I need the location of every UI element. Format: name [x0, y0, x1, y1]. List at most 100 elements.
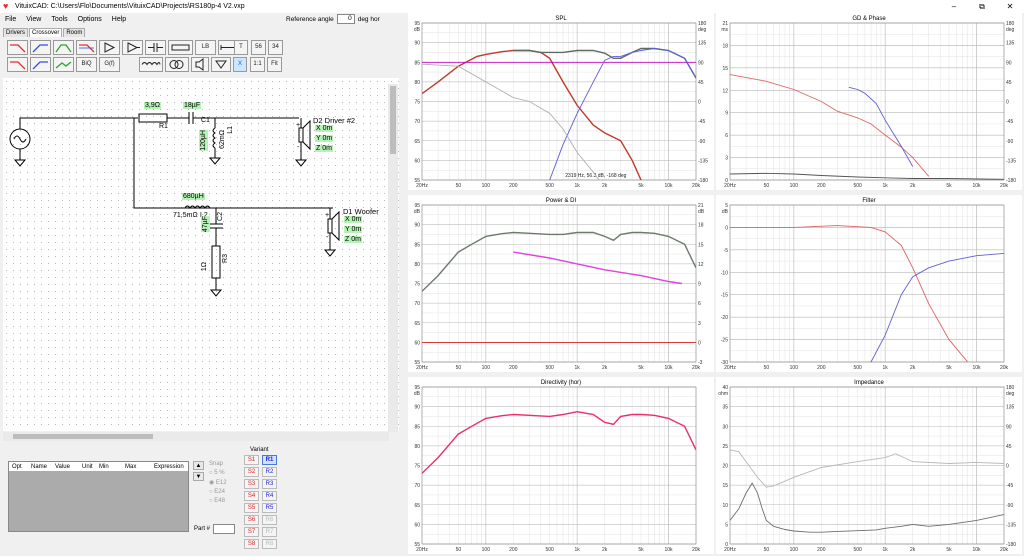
series-line-0	[422, 231, 696, 292]
c1-value[interactable]: 18µF	[183, 102, 202, 109]
x-tick-label: 1k	[575, 183, 581, 189]
variant-s4[interactable]: S4	[244, 491, 259, 501]
variant-s5[interactable]: S5	[244, 503, 259, 513]
resistor-button[interactable]	[168, 40, 193, 55]
r1-value[interactable]: 3,9Ω	[144, 102, 161, 109]
d2-z[interactable]: Z 0m	[315, 145, 333, 152]
variant-r4[interactable]: R4	[262, 491, 277, 501]
buffer-button[interactable]	[99, 40, 120, 55]
highpass-1-button[interactable]	[30, 40, 51, 55]
d1-z[interactable]: Z 0m	[344, 236, 362, 243]
variant-r1[interactable]: R1	[262, 455, 277, 465]
y-tick-label: -25	[721, 338, 728, 344]
d1-x[interactable]: X 0m	[344, 216, 363, 223]
d1-y[interactable]: Y 0m	[344, 226, 363, 233]
x-tick-label: 5k	[946, 547, 952, 553]
amplifier-button[interactable]	[122, 40, 143, 55]
x-button[interactable]: X	[233, 57, 247, 72]
scroll-thumb[interactable]	[13, 434, 153, 439]
lowpass-2-button[interactable]	[76, 40, 97, 55]
transformer-button[interactable]	[165, 57, 189, 72]
variant-s8[interactable]: S8	[244, 539, 259, 549]
move-down-button[interactable]: ▼	[193, 472, 204, 481]
menu-help[interactable]: Help	[112, 16, 126, 23]
x-tick-label: 100	[790, 365, 799, 371]
snap-option-e12[interactable]: ◉ E12	[209, 479, 227, 486]
tab-crossover[interactable]: Crossover	[29, 28, 63, 37]
menu-file[interactable]: File	[5, 16, 16, 23]
variant-r7[interactable]: R7	[262, 527, 277, 537]
variant-r5[interactable]: R5	[262, 503, 277, 513]
tab-room[interactable]: Room	[63, 28, 86, 37]
d2-minus: -	[297, 144, 300, 151]
x-tick-label: 1k	[883, 183, 889, 189]
b34-button[interactable]: 34	[268, 40, 283, 55]
chart-filter[interactable]: Filter 5 0 -5 -10 -15 -20 -25 -30 dB 20Hz 50 100 200 5…	[716, 195, 1022, 372]
y2-unit-label: deg	[1006, 27, 1015, 33]
menu-tools[interactable]: Tools	[51, 16, 67, 23]
l1-value[interactable]: 120µH	[199, 130, 208, 151]
snap-option-e48[interactable]: ○ E48	[209, 498, 227, 504]
chart-spl[interactable]: SPL 95 90 85 80 75 70 65 60 55 dB 180 135 90 45 0 -45 -90…	[408, 13, 714, 190]
move-up-button[interactable]: ▲	[193, 461, 204, 470]
variant-s1[interactable]: S1	[244, 455, 259, 465]
t-button[interactable]: T	[234, 40, 248, 55]
canvas-horizontal-scrollbar[interactable]	[3, 432, 389, 441]
canvas-vertical-scrollbar[interactable]	[388, 84, 398, 432]
snap-option-e24[interactable]: ○ E24	[209, 489, 227, 495]
reference-angle-input[interactable]: 0	[336, 14, 355, 24]
variant-r2[interactable]: R2	[262, 467, 277, 477]
scroll-thumb[interactable]	[390, 86, 396, 154]
d2-x[interactable]: X 0m	[315, 125, 334, 132]
menu-view[interactable]: View	[26, 16, 41, 23]
property-table[interactable]: Opt Name Value Unit Min Max Expression	[8, 461, 189, 532]
variant-r6[interactable]: R6	[262, 515, 277, 525]
tab-drivers[interactable]: Drivers	[3, 28, 28, 37]
minimize-button[interactable]: –	[940, 0, 968, 13]
bandpass-button[interactable]	[53, 40, 74, 55]
ground-button[interactable]	[211, 57, 231, 72]
y2-tick-label: -135	[698, 158, 708, 164]
menu-options[interactable]: Options	[78, 16, 102, 23]
zoom-1-1-button[interactable]: 1:1	[250, 57, 265, 72]
maximize-button[interactable]: ⧉	[968, 0, 996, 13]
speaker-button[interactable]	[191, 57, 209, 72]
biq-button[interactable]: BiQ	[76, 57, 97, 72]
lowpass-3-button[interactable]	[7, 57, 28, 72]
shelf-button[interactable]	[53, 57, 74, 72]
c2-value[interactable]: 47µF	[201, 216, 210, 233]
chart-title: Power & DI	[546, 198, 577, 204]
schematic-canvas[interactable]: 3,9Ω R1 18µF C1 120µH 62mΩ L1 D2 Driver …	[3, 78, 399, 431]
l2-value[interactable]: 680µH	[182, 193, 205, 200]
major-grid	[422, 204, 696, 363]
series-line-2	[730, 172, 1004, 180]
lb-button[interactable]: LB	[195, 40, 216, 55]
x-tick-label: 2k	[602, 183, 608, 189]
y2-tick-label: 90	[1006, 424, 1012, 430]
component-toolbar: LB T 56 34 BiQ G(f) X 1:1 Fit	[3, 37, 403, 75]
b56-button[interactable]: 56	[251, 40, 266, 55]
part-number-input[interactable]	[213, 524, 236, 534]
variant-r3[interactable]: R3	[262, 479, 277, 489]
highpass-3-button[interactable]	[30, 57, 51, 72]
d2-y[interactable]: Y 0m	[315, 135, 334, 142]
inductor-button[interactable]	[139, 57, 163, 72]
close-button[interactable]: ✕	[996, 0, 1024, 13]
gf-button[interactable]: G(f)	[99, 57, 120, 72]
variant-s6[interactable]: S6	[244, 515, 259, 525]
x-tick-label: 200	[509, 547, 518, 553]
snap-option-5[interactable]: ○ 5 %	[209, 470, 227, 476]
chart-power[interactable]: Power & DI 95 90 85 80 75 70 65 60 55 dB 21 18 15 12 9 6…	[408, 195, 714, 372]
zoom-fit-button[interactable]: Fit	[267, 57, 282, 72]
variant-r8[interactable]: R8	[262, 539, 277, 549]
chart-gd[interactable]: GD & Phase 21 18 15 12 9 6 3 0 ms 180 135 90 45 0 -45 -9…	[716, 13, 1022, 190]
capacitor-button[interactable]	[145, 40, 166, 55]
variant-s2[interactable]: S2	[244, 467, 259, 477]
variant-s7[interactable]: S7	[244, 527, 259, 537]
chart-directivity[interactable]: Directivity (hor) 95 90 85 80 75 70 65 60 55 dB 20H…	[408, 377, 714, 554]
y-tick-label: 0	[725, 225, 728, 231]
variant-s3[interactable]: S3	[244, 479, 259, 489]
x-tick-label: 10k	[972, 365, 981, 371]
lowpass-1-button[interactable]	[7, 40, 28, 55]
chart-impedance[interactable]: Impedance 40 35 30 25 20 15 10 5 0 ohm 180 135 90 45 0-…	[716, 377, 1022, 554]
